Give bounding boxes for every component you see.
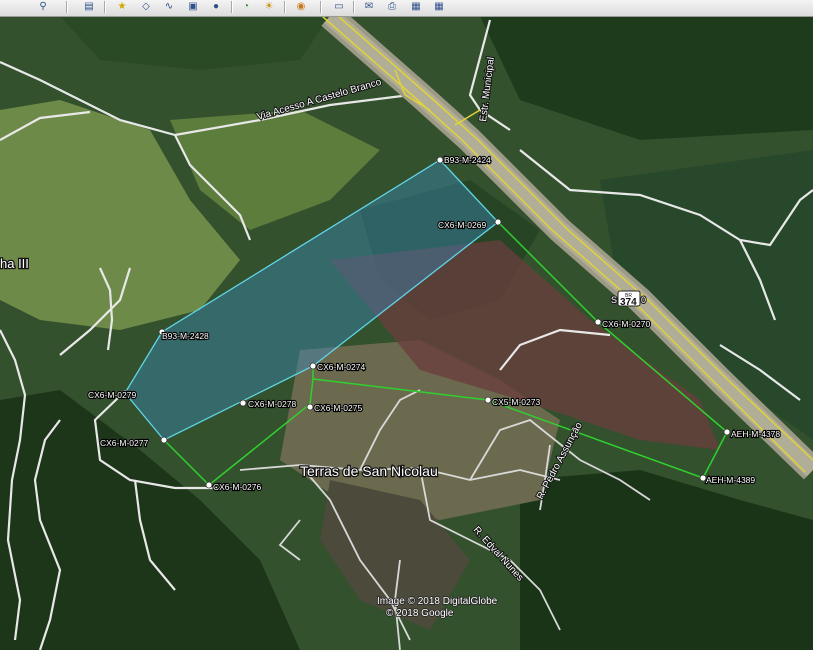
point-marker (160, 436, 168, 444)
print-icon[interactable]: ⎙ (383, 0, 401, 13)
point-marker (494, 218, 502, 226)
toolbar-separator (104, 1, 106, 13)
point-label-cx6-0274: CX6-M-0274 (317, 362, 365, 372)
toolbar-separator (231, 1, 233, 13)
point-label-b93-2424: B93-M-2424 (444, 155, 491, 165)
email-icon[interactable]: ✉ (360, 0, 378, 13)
point-marker (723, 428, 731, 436)
point-marker (309, 362, 317, 370)
extra-icon[interactable]: ▦ (430, 0, 448, 13)
point-marker (306, 403, 314, 411)
place-label-terras: Terras de San Nicolau (300, 463, 438, 479)
point-label-cx6-0276: CX6-M-0276 (213, 482, 261, 492)
point-label-cx6-0275: CX6-M-0275 (314, 403, 362, 413)
sun-icon[interactable]: ☀ (260, 0, 278, 13)
toolbar-separator (353, 1, 355, 13)
point-label-cx5-0273: CX5-M-0273 (492, 397, 540, 407)
tour-icon[interactable]: ● (207, 0, 225, 13)
toolbar-separator (284, 1, 286, 13)
satellite-map[interactable]: B93-M-2424 CX6-M-0269 CX6-M-0270 B93-M-2… (0, 16, 813, 650)
path-icon[interactable]: ∿ (160, 0, 178, 13)
toolbar: ⚲ ▤ ★ ◇ ∿ ▣ ● ◔ ☀ ◉ ▭ ✉ ⎙ ▦ ▦ (0, 0, 813, 17)
point-label-aeh-4378: AEH-M-4378 (731, 429, 780, 439)
point-label-b93-2428: B93-M-2428 (162, 331, 209, 341)
copyright-line2: © 2018 Google (386, 608, 454, 619)
save-image-icon[interactable]: ▦ (407, 0, 425, 13)
point-marker (594, 318, 602, 326)
search-icon[interactable]: ⚲ (34, 0, 52, 13)
point-marker (205, 481, 213, 489)
planets-icon[interactable]: ◉ (292, 0, 310, 13)
place-label-left-edge: ha III (0, 256, 29, 271)
polygon-icon[interactable]: ◇ (137, 0, 155, 13)
point-marker (239, 399, 247, 407)
history-icon[interactable]: ◔ (237, 0, 255, 13)
shield-number: 374 (620, 297, 637, 308)
point-label-cx6-0270: CX6-M-0270 (602, 319, 650, 329)
point-label-cx6-0278: CX6-M-0278 (248, 399, 296, 409)
point-marker (484, 396, 492, 404)
copyright-line1: Image © 2018 DigitalGlobe (377, 596, 498, 607)
point-label-cx6-0277: CX6-M-0277 (100, 438, 148, 448)
shield-side-right: 0 (641, 295, 646, 305)
toolbar-separator (320, 1, 322, 13)
sidebar-icon[interactable]: ▤ (80, 0, 98, 13)
point-label-aeh-4389: AEH-M-4389 (706, 475, 755, 485)
point-marker (436, 156, 444, 164)
point-label-cx6-0279: CX6-M-0279 (88, 390, 136, 400)
placemark-icon[interactable]: ★ (113, 0, 131, 13)
point-label-cx6-0269: CX6-M-0269 (438, 220, 486, 230)
overlay-icon[interactable]: ▣ (184, 0, 202, 13)
toolbar-separator (66, 1, 68, 13)
ruler-icon[interactable]: ▭ (330, 0, 348, 13)
shield-side-left: S (611, 295, 617, 305)
